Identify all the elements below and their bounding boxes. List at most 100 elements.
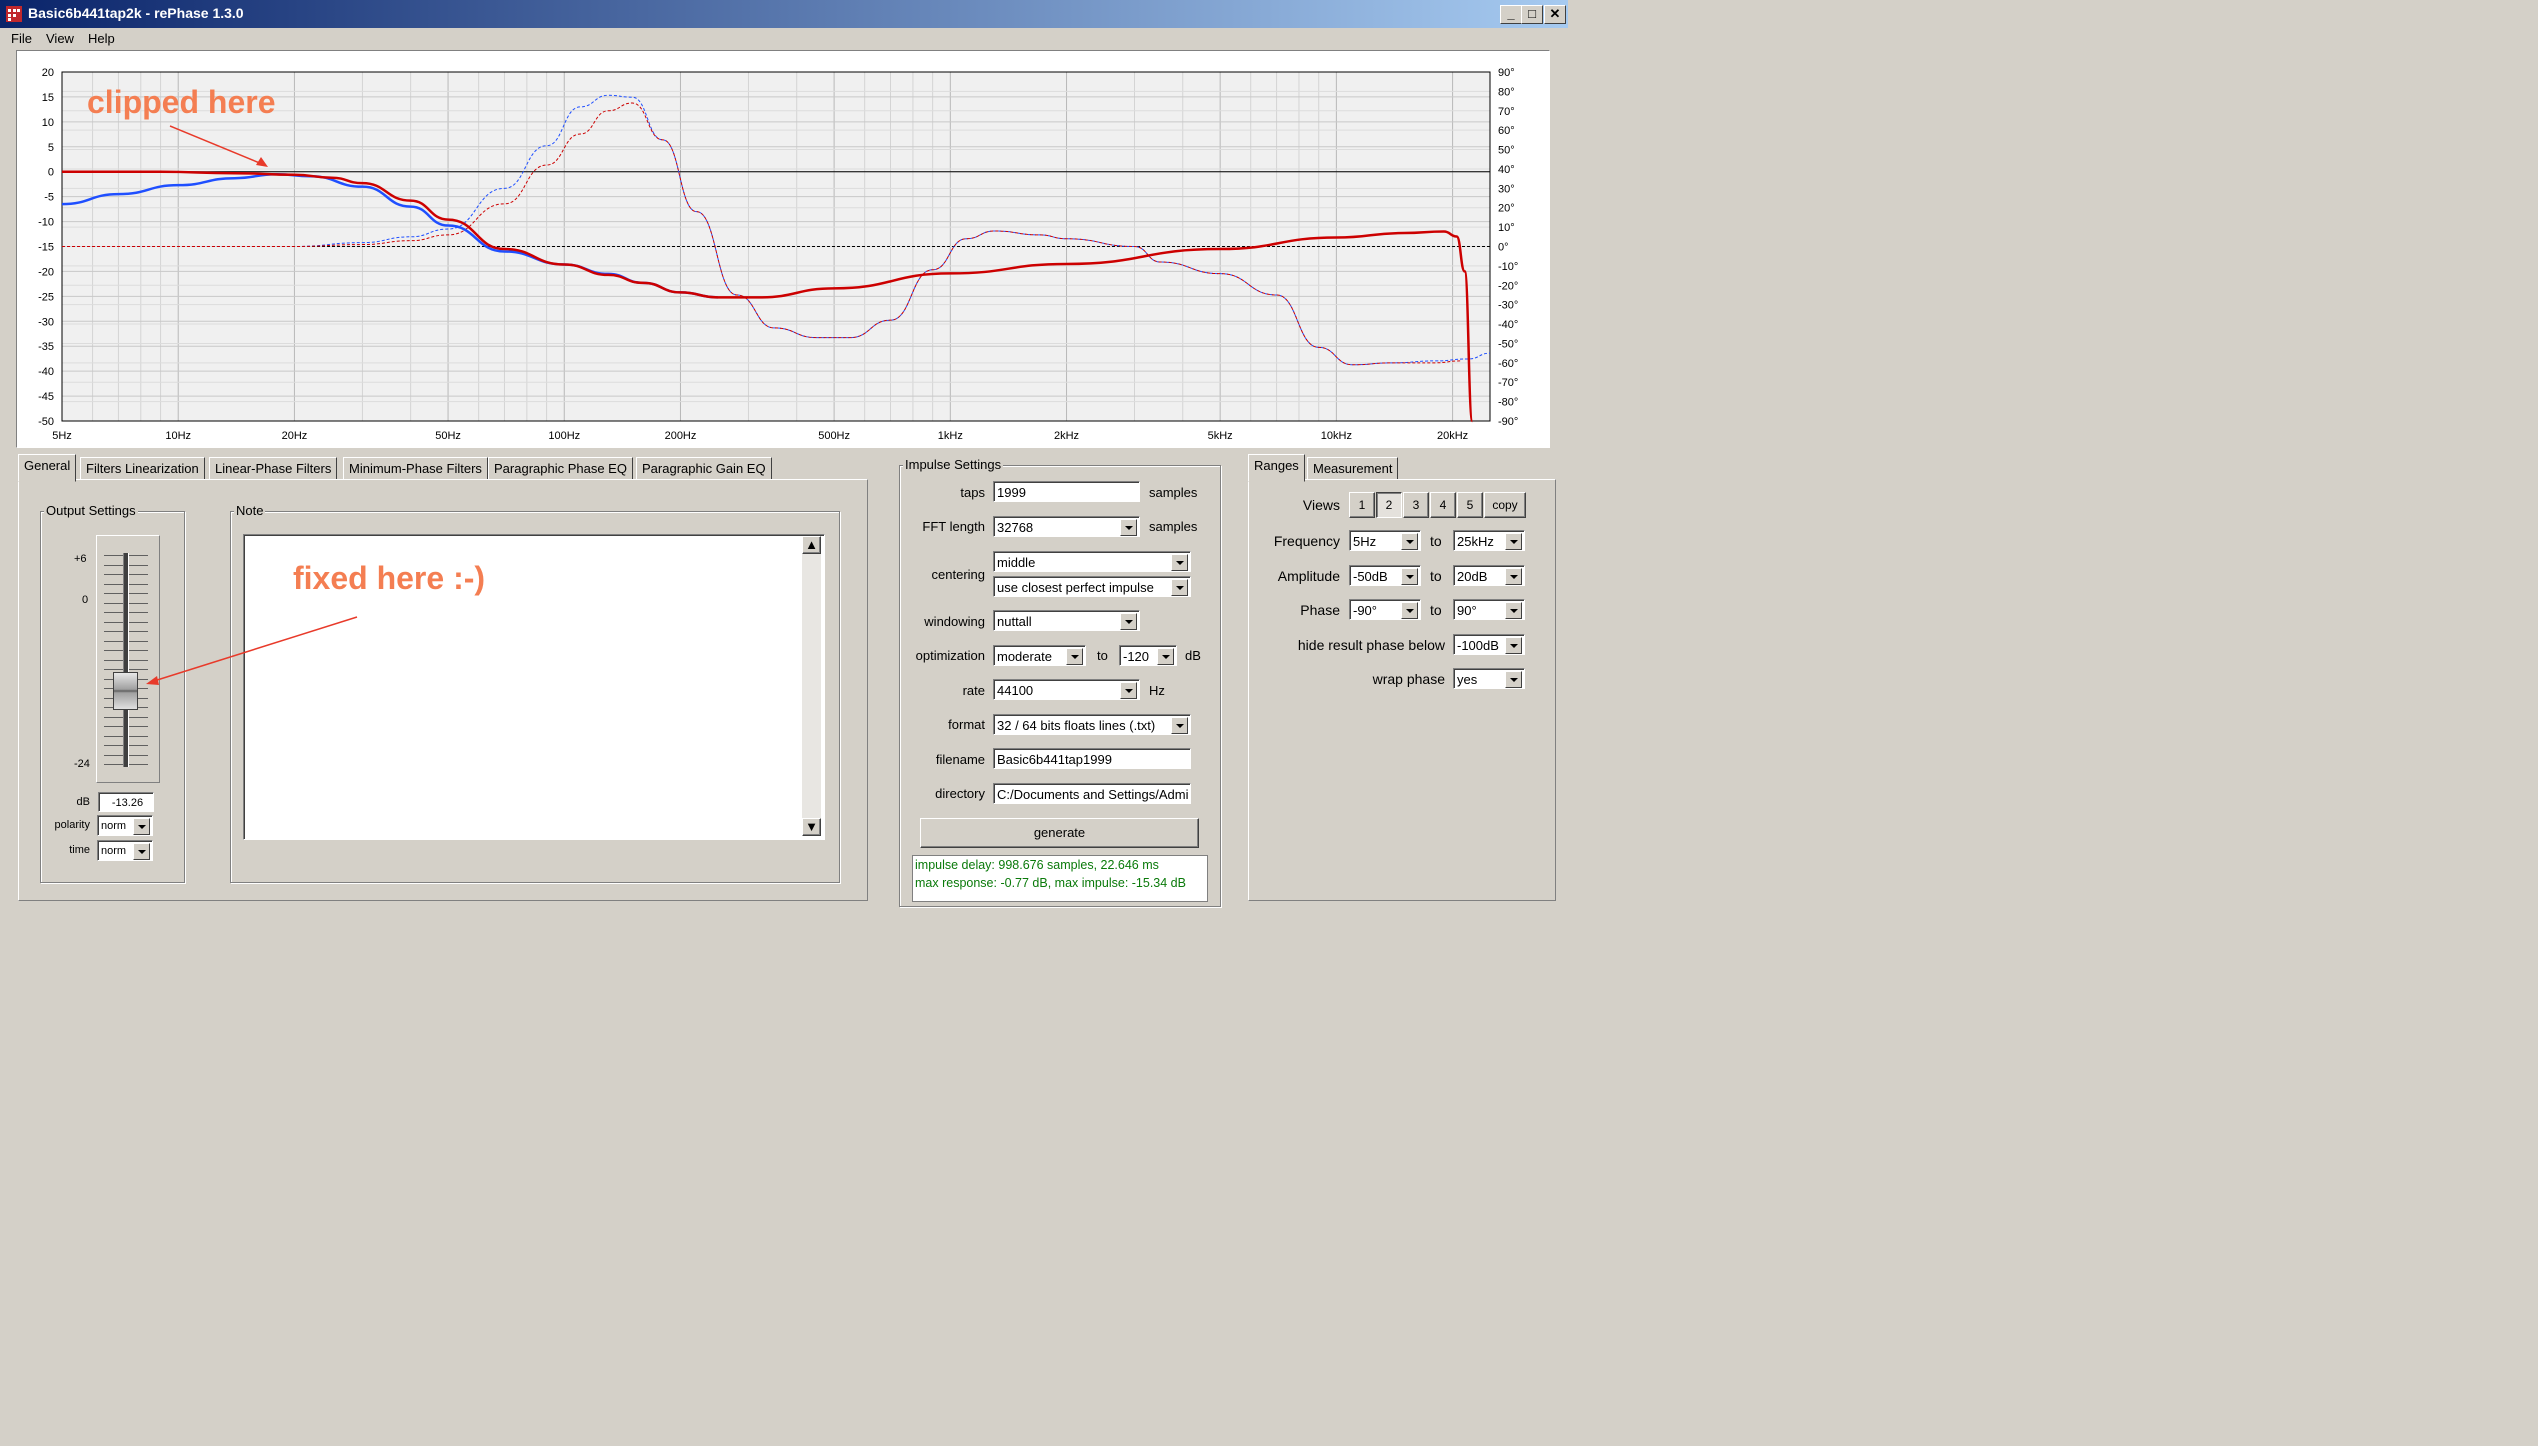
centering-mode-select[interactable]: use closest perfect impulse <box>993 576 1191 597</box>
tab-paragraphic-gain-eq[interactable]: Paragraphic Gain EQ <box>636 457 772 481</box>
chevron-down-icon[interactable] <box>133 818 150 835</box>
amplitude-to-select[interactable]: 20dB <box>1453 565 1525 586</box>
output-level-fader[interactable] <box>113 671 138 710</box>
phase-to-select[interactable]: 90° <box>1453 599 1525 620</box>
minimize-button[interactable]: _ <box>1500 5 1522 24</box>
chevron-down-icon[interactable] <box>1401 602 1418 619</box>
filename-field[interactable]: Basic6b441tap1999 <box>993 748 1191 769</box>
chevron-down-icon[interactable] <box>1505 533 1522 550</box>
note-scrollbar[interactable] <box>802 536 821 836</box>
y-right-tick-label: -30° <box>1498 300 1518 312</box>
y-right-tick-label: 70° <box>1498 106 1515 118</box>
phase-to-value: 90° <box>1457 603 1477 618</box>
chevron-down-icon[interactable] <box>1401 568 1418 585</box>
amplitude-to-value: 20dB <box>1457 569 1488 584</box>
chevron-down-icon[interactable] <box>1066 648 1083 665</box>
polarity-label: polarity <box>54 819 90 831</box>
centering-select[interactable]: middle <box>993 551 1191 572</box>
frequency-from-select[interactable]: 5Hz <box>1349 530 1421 551</box>
optimization-select[interactable]: moderate <box>993 645 1086 666</box>
chevron-down-icon[interactable] <box>133 843 150 860</box>
windowing-value: nuttall <box>997 614 1032 629</box>
menu-view[interactable]: View <box>46 30 74 48</box>
phase-from-select[interactable]: -90° <box>1349 599 1421 620</box>
y-right-tick-label: -50° <box>1498 338 1518 350</box>
chevron-down-icon[interactable] <box>1157 648 1174 665</box>
y-left-tick-label: -15 <box>38 242 54 254</box>
chevron-down-icon[interactable] <box>1505 602 1522 619</box>
y-left-tick-label: 5 <box>48 142 54 154</box>
tab-ranges[interactable]: Ranges <box>1248 454 1305 482</box>
time-value: norm <box>101 845 127 857</box>
hide-phase-select[interactable]: -100dB <box>1453 634 1525 655</box>
tab-linear-phase-filters[interactable]: Linear-Phase Filters <box>209 457 338 481</box>
rate-unit: Hz <box>1149 683 1165 698</box>
taps-field[interactable]: 1999 <box>993 481 1140 502</box>
y-left-tick-label: -35 <box>38 341 54 353</box>
optimization-value: moderate <box>997 649 1052 664</box>
y-left-tick-label: 0 <box>48 167 54 179</box>
view-2-button[interactable]: 2 <box>1376 492 1402 518</box>
tab-minimum-phase-filters[interactable]: Minimum-Phase Filters <box>343 457 488 481</box>
x-tick-label: 10kHz <box>1321 430 1352 442</box>
y-right-tick-label: 30° <box>1498 183 1515 195</box>
chevron-down-icon[interactable] <box>1120 519 1137 536</box>
y-right-tick-label: -20° <box>1498 280 1518 292</box>
view-1-button[interactable]: 1 <box>1349 492 1375 518</box>
annotation-clipped: clipped here <box>87 84 276 120</box>
x-tick-label: 200Hz <box>665 430 697 442</box>
tab-paragraphic-phase-eq[interactable]: Paragraphic Phase EQ <box>488 457 633 481</box>
chevron-down-icon[interactable] <box>1171 554 1188 571</box>
wrap-phase-select[interactable]: yes <box>1453 668 1525 689</box>
amplitude-from-select[interactable]: -50dB <box>1349 565 1421 586</box>
directory-field[interactable]: C:/Documents and Settings/Admi <box>993 783 1191 804</box>
chevron-down-icon[interactable] <box>1120 613 1137 630</box>
chevron-down-icon[interactable] <box>1171 579 1188 596</box>
db-field[interactable]: -13.26 <box>98 792 154 812</box>
chevron-down-icon[interactable] <box>1120 682 1137 699</box>
optimization-db-select[interactable]: -120 <box>1119 645 1177 666</box>
generate-button[interactable]: generate <box>920 818 1199 848</box>
tab-filters-linearization[interactable]: Filters Linearization <box>80 457 205 481</box>
centering-value: middle <box>997 555 1036 570</box>
chevron-down-icon[interactable] <box>1505 568 1522 585</box>
amplitude-from-value: -50dB <box>1353 569 1388 584</box>
view-5-button[interactable]: 5 <box>1457 492 1483 518</box>
polarity-select[interactable]: norm <box>97 815 153 836</box>
x-tick-label: 5kHz <box>1208 430 1233 442</box>
view-copy-button[interactable]: copy <box>1484 492 1526 518</box>
optimization-db-value: -120 <box>1123 649 1150 664</box>
tab-measurement[interactable]: Measurement <box>1307 457 1399 481</box>
windowing-select[interactable]: nuttall <box>993 610 1140 631</box>
menu-file[interactable]: File <box>11 30 32 48</box>
frequency-from-value: 5Hz <box>1353 534 1377 549</box>
format-select[interactable]: 32 / 64 bits floats lines (.txt) <box>993 714 1191 735</box>
tab-general[interactable]: General <box>18 454 77 482</box>
chevron-down-icon[interactable] <box>1505 637 1522 654</box>
fft-label: FFT length <box>922 519 985 534</box>
time-select[interactable]: norm <box>97 840 153 861</box>
view-3-button[interactable]: 3 <box>1403 492 1429 518</box>
fft-unit: samples <box>1149 519 1198 534</box>
view-4-button[interactable]: 4 <box>1430 492 1456 518</box>
y-left-tick-label: 15 <box>42 92 54 104</box>
maximize-button[interactable]: □ <box>1521 5 1543 24</box>
chevron-down-icon[interactable] <box>1505 671 1522 688</box>
scroll-down-icon[interactable]: ▼ <box>802 818 821 836</box>
chevron-down-icon[interactable] <box>1401 533 1418 550</box>
menu-help[interactable]: Help <box>88 30 115 48</box>
close-button[interactable]: ✕ <box>1544 5 1566 24</box>
rate-select[interactable]: 44100 <box>993 679 1140 700</box>
title-bar[interactable]: Basic6b441tap2k - rePhase 1.3.0 _ □ ✕ <box>0 0 1568 28</box>
optimization-unit: dB <box>1185 648 1201 663</box>
x-tick-label: 2kHz <box>1054 430 1079 442</box>
frequency-to-select[interactable]: 25kHz <box>1453 530 1525 551</box>
chevron-down-icon[interactable] <box>1171 717 1188 734</box>
phase-label: Phase <box>1300 602 1340 618</box>
frequency-label: Frequency <box>1273 533 1340 549</box>
fft-select[interactable]: 32768 <box>993 516 1140 537</box>
optimization-to: to <box>1097 648 1108 663</box>
fft-value: 32768 <box>997 520 1034 535</box>
scroll-up-icon[interactable]: ▲ <box>802 536 821 554</box>
x-tick-label: 5Hz <box>52 430 72 442</box>
